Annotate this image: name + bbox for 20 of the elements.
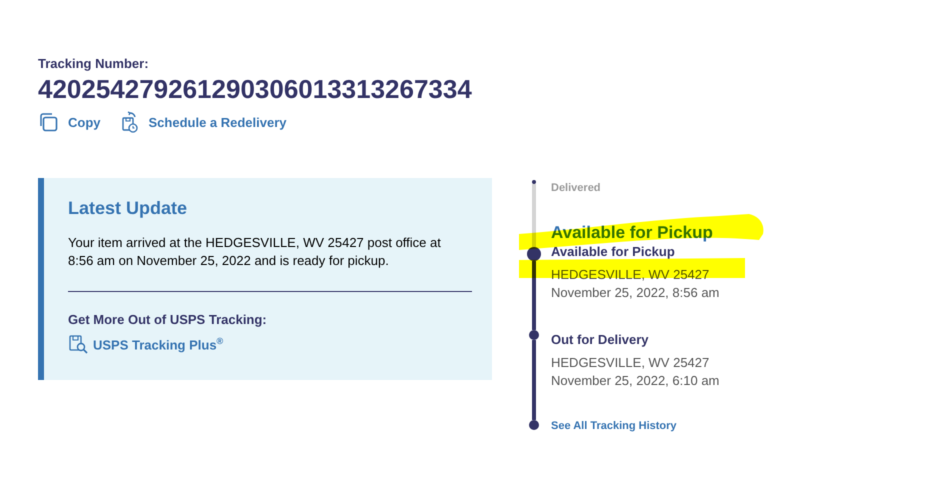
- upcoming-status: Delivered: [551, 182, 602, 194]
- promo-label: Get More Out of USPS Tracking:: [68, 312, 267, 327]
- package-clock-icon: [120, 111, 138, 133]
- package-search-icon: [68, 334, 88, 354]
- redelivery-button[interactable]: Schedule a Redelivery: [120, 111, 287, 133]
- event-time: November 25, 2022, 8:56 am: [551, 284, 720, 302]
- copy-button[interactable]: Copy: [38, 111, 100, 133]
- timeline-dot: [532, 180, 536, 184]
- tracking-number: 420254279261290306013313267334: [38, 74, 473, 105]
- event-title: Out for Delivery: [551, 332, 650, 348]
- event-time: November 25, 2022, 6:10 am: [551, 372, 720, 390]
- event-title: Available for Pickup: [551, 244, 676, 260]
- card-title: Latest Update: [68, 198, 188, 219]
- tracking-plus-link[interactable]: USPS Tracking Plus$^{®}$: [93, 336, 224, 352]
- status-heading: Available for Pickup: [551, 223, 713, 243]
- copy-icon: [38, 112, 58, 132]
- event-location: HEDGESVILLE, WV 25427: [551, 354, 710, 372]
- update-message: Your item arrived at the HEDGESVILLE, WV 25427 post office at 8:56 am on November 25, 2022 and is ready for pickup.: [68, 234, 442, 270]
- tracking-history-link[interactable]: See All Tracking History: [551, 420, 677, 432]
- tracking-number-label: Tracking Number:: [38, 56, 150, 71]
